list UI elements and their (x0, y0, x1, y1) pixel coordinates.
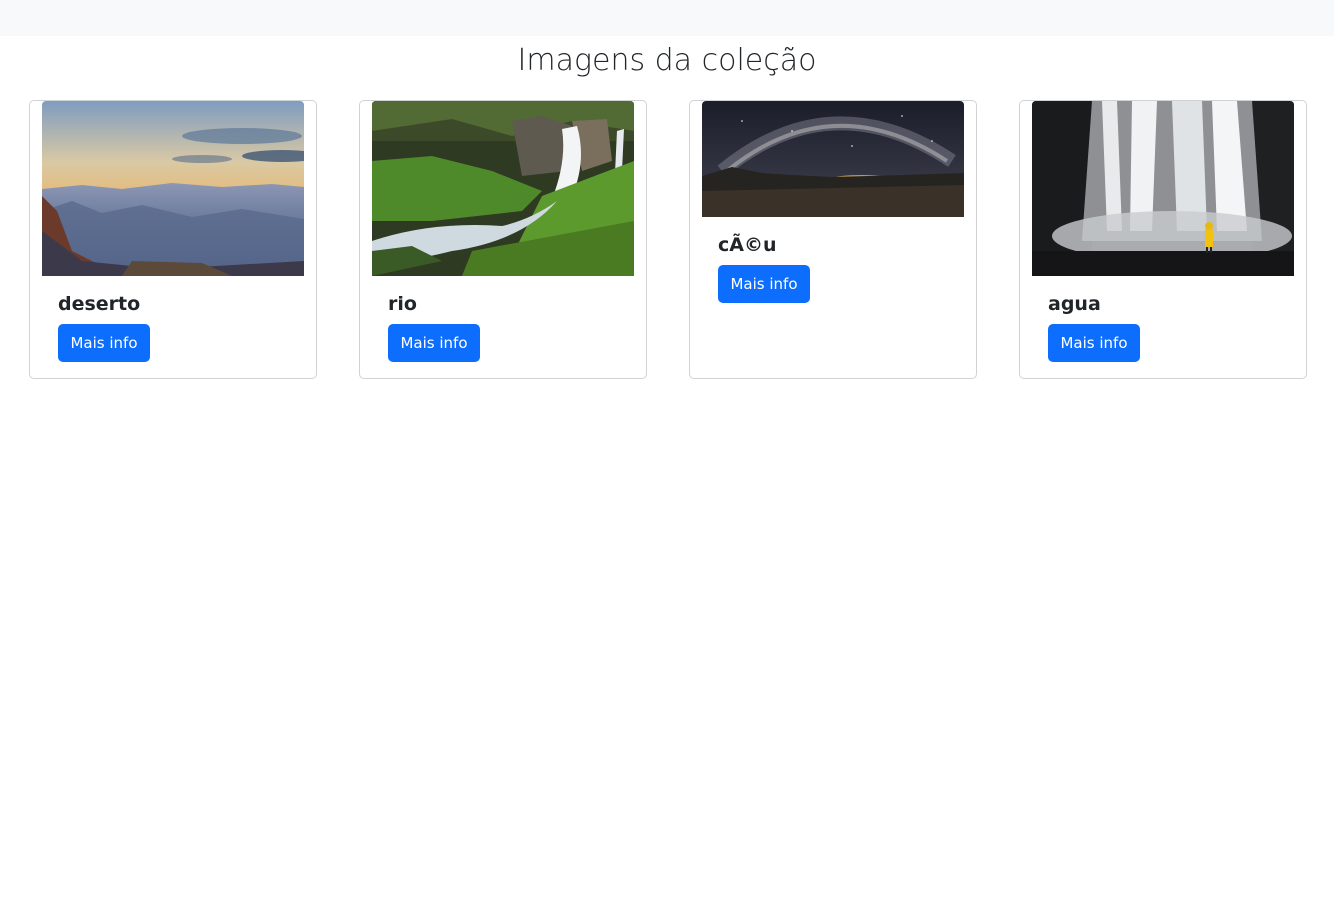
image-card-rio: rio Mais info (359, 100, 647, 379)
waterfall-forest-image (372, 101, 634, 276)
card-title: agua (1048, 293, 1101, 315)
night-sky-image (702, 101, 964, 217)
card-image (702, 101, 964, 217)
image-card-agua: agua Mais info (1019, 100, 1307, 379)
image-card-deserto: deserto Mais info (29, 100, 317, 379)
mais-info-button[interactable]: Mais info (718, 265, 810, 303)
mais-info-button[interactable]: Mais info (388, 324, 480, 362)
page-title: Imagens da coleção (517, 43, 817, 78)
top-navbar (0, 0, 1334, 36)
mais-info-button[interactable]: Mais info (1048, 324, 1140, 362)
card-title: cÃ©u (718, 234, 777, 256)
card-title: deserto (58, 293, 141, 315)
mais-info-button[interactable]: Mais info (58, 324, 150, 362)
card-image (42, 101, 304, 276)
card-image (1032, 101, 1294, 276)
waterfall-person-image (1032, 101, 1294, 276)
card-title: rio (388, 293, 417, 315)
image-card-ceu: cÃ©u Mais info (689, 100, 977, 379)
card-image (372, 101, 634, 276)
canyon-image (42, 101, 304, 276)
